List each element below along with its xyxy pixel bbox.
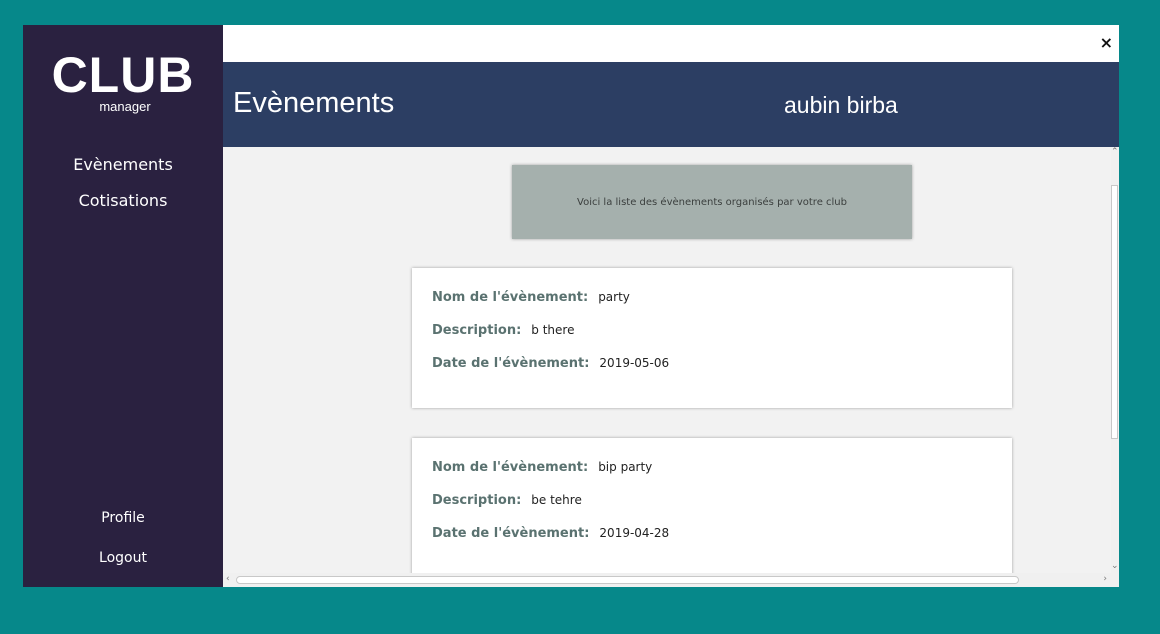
nav-item-profile[interactable]: Profile: [23, 510, 223, 526]
horizontal-scrollbar[interactable]: ‹ ›: [223, 573, 1119, 587]
event-date-row: Date de l'évènement: 2019-05-06: [432, 356, 669, 371]
scroll-down-icon[interactable]: ⌄: [1111, 562, 1119, 571]
page-header: Evènements aubin birba: [223, 62, 1119, 147]
nav-item-cotisations[interactable]: Cotisations: [23, 191, 223, 210]
event-date-label: Date de l'évènement:: [432, 526, 590, 541]
event-card: Nom de l'évènement: party Description: b t…: [412, 268, 1012, 408]
event-list-scroll-area[interactable]: Voici la liste des évènements organisés …: [223, 147, 1111, 573]
main-content: × Evènements aubin birba Voici la liste …: [223, 25, 1119, 587]
page-title: Evènements: [233, 87, 395, 119]
event-date-label: Date de l'évènement:: [432, 356, 590, 371]
event-name-row: Nom de l'évènement: bip party: [432, 460, 652, 475]
logo-title: CLUB: [51, 47, 195, 103]
scroll-left-icon[interactable]: ‹: [226, 575, 230, 584]
intro-text: Voici la liste des évènements organisés …: [577, 196, 847, 208]
event-name-row: Nom de l'évènement: party: [432, 290, 630, 305]
intro-banner: Voici la liste des évènements organisés …: [512, 165, 912, 239]
event-description-value: b there: [531, 323, 575, 337]
scroll-up-icon[interactable]: ⌃: [1111, 148, 1119, 157]
event-description-label: Description:: [432, 493, 522, 508]
scroll-right-icon[interactable]: ›: [1103, 575, 1107, 584]
event-description-label: Description:: [432, 323, 522, 338]
logo-subtitle: manager: [99, 99, 151, 114]
event-description-row: Description: b there: [432, 323, 574, 338]
event-name-value: bip party: [598, 460, 653, 474]
horizontal-scroll-thumb[interactable]: [236, 576, 1019, 584]
event-name-label: Nom de l'évènement:: [432, 460, 589, 475]
vertical-scrollbar[interactable]: ⌃ ⌄: [1111, 147, 1119, 573]
event-card: Nom de l'évènement: bip party Description…: [412, 438, 1012, 573]
close-icon[interactable]: ×: [1100, 35, 1113, 51]
app-window: CLUB manager Evènements Cotisations Prof…: [23, 25, 1119, 587]
user-name: aubin birba: [784, 92, 898, 118]
nav-item-evenements[interactable]: Evènements: [23, 155, 223, 174]
vertical-scroll-thumb[interactable]: [1111, 185, 1118, 439]
event-date-row: Date de l'évènement: 2019-04-28: [432, 526, 669, 541]
event-date-value: 2019-05-06: [599, 356, 670, 370]
event-description-row: Description: be tehre: [432, 493, 582, 508]
event-name-label: Nom de l'évènement:: [432, 290, 589, 305]
title-bar: ×: [223, 25, 1119, 62]
event-date-value: 2019-04-28: [599, 526, 670, 540]
sidebar: CLUB manager Evènements Cotisations Prof…: [23, 25, 223, 587]
event-description-value: be tehre: [531, 493, 582, 507]
logout-button[interactable]: Logout: [23, 550, 223, 566]
event-name-value: party: [598, 290, 630, 304]
